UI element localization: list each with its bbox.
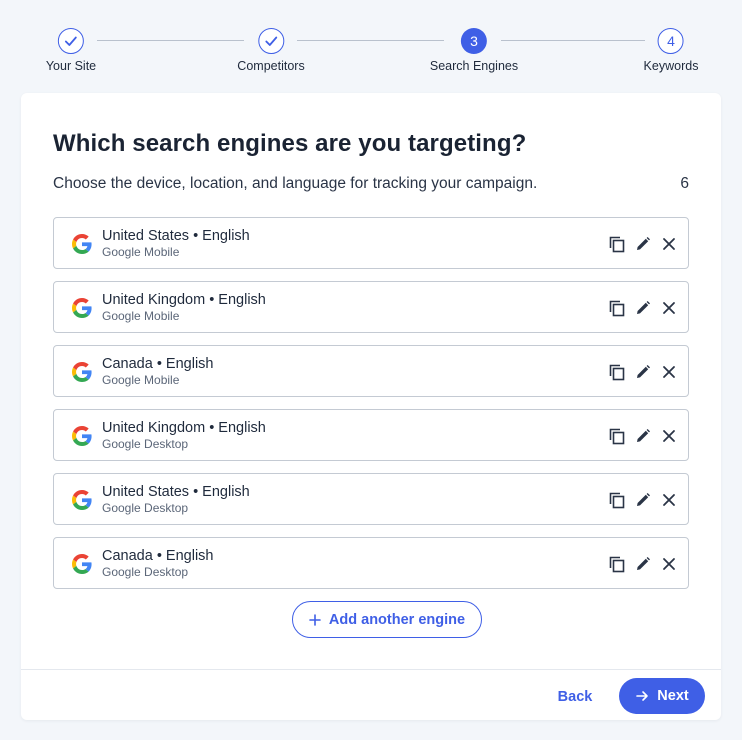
- pencil-icon[interactable]: [634, 553, 652, 575]
- pencil-icon[interactable]: [634, 425, 652, 447]
- pencil-icon[interactable]: [634, 297, 652, 319]
- pencil-icon[interactable]: [634, 361, 652, 383]
- google-logo-icon: [72, 234, 92, 254]
- google-logo-icon: [72, 490, 92, 510]
- google-logo-icon: [72, 298, 92, 318]
- step-label: Search Engines: [429, 59, 519, 73]
- check-icon: [257, 28, 284, 54]
- footer-divider: [21, 669, 721, 670]
- step-label: Competitors: [237, 59, 305, 73]
- close-icon[interactable]: [660, 361, 678, 383]
- engine-location-language: United States • English: [102, 484, 250, 500]
- close-icon[interactable]: [660, 553, 678, 575]
- engine-location-language: United Kingdom • English: [102, 420, 266, 436]
- copy-icon[interactable]: [608, 361, 626, 383]
- close-icon[interactable]: [660, 425, 678, 447]
- copy-icon[interactable]: [608, 425, 626, 447]
- google-logo-icon: [72, 554, 92, 574]
- google-logo-icon: [72, 426, 92, 446]
- step-competitors[interactable]: Competitors: [237, 28, 305, 73]
- step-search-engines: 3 Search Engines: [430, 28, 518, 73]
- engine-location-language: United States • English: [102, 228, 250, 244]
- engine-actions: [608, 425, 678, 447]
- engine-type: Google Mobile: [102, 309, 180, 323]
- engine-actions: [608, 361, 678, 383]
- engine-type: Google Mobile: [102, 245, 180, 259]
- close-icon[interactable]: [660, 233, 678, 255]
- step-number: 3: [460, 28, 487, 54]
- step-connector: [297, 40, 444, 41]
- engine-location-language: Canada • English: [102, 548, 214, 564]
- engine-row[interactable]: United States • English Google Mobile: [53, 217, 689, 269]
- copy-icon[interactable]: [608, 233, 626, 255]
- next-label: Next: [657, 688, 689, 704]
- check-icon: [58, 28, 84, 54]
- engine-row[interactable]: Canada • English Google Desktop: [53, 537, 689, 589]
- page-subtitle: Choose the device, location, and languag…: [53, 175, 538, 192]
- back-button[interactable]: Back: [547, 682, 603, 712]
- step-number: 4: [657, 28, 684, 54]
- close-icon[interactable]: [660, 297, 678, 319]
- step-connector: [501, 40, 645, 41]
- engine-row[interactable]: United Kingdom • English Google Desktop: [53, 409, 689, 461]
- step-label: Keywords: [643, 59, 699, 73]
- add-engine-label: Add another engine: [328, 611, 466, 628]
- engine-type: Google Mobile: [102, 373, 180, 387]
- engine-actions: [608, 297, 678, 319]
- step-keywords: 4 Keywords: [643, 28, 699, 73]
- step-label: Your Site: [45, 59, 97, 73]
- arrow-right-icon: [636, 691, 649, 701]
- search-engines-card: Which search engines are you targeting? …: [21, 93, 721, 720]
- engine-location-language: Canada • English: [102, 356, 214, 372]
- add-engine-button[interactable]: Add another engine: [292, 601, 482, 638]
- copy-icon[interactable]: [608, 553, 626, 575]
- step-your-site[interactable]: Your Site: [46, 28, 96, 73]
- pencil-icon[interactable]: [634, 233, 652, 255]
- engine-count: 6: [680, 175, 689, 192]
- engine-row[interactable]: United States • English Google Desktop: [53, 473, 689, 525]
- page-title: Which search engines are you targeting?: [53, 130, 527, 157]
- engine-type: Google Desktop: [102, 437, 189, 451]
- engine-type: Google Desktop: [102, 501, 189, 515]
- engine-actions: [608, 233, 678, 255]
- engine-actions: [608, 489, 678, 511]
- engine-row[interactable]: United Kingdom • English Google Mobile: [53, 281, 689, 333]
- plus-icon: [309, 613, 321, 626]
- progress-stepper: Your Site Competitors 3 Search Engines 4…: [0, 0, 742, 93]
- engine-actions: [608, 553, 678, 575]
- close-icon[interactable]: [660, 489, 678, 511]
- copy-icon[interactable]: [608, 297, 626, 319]
- engine-location-language: United Kingdom • English: [102, 292, 266, 308]
- engine-row[interactable]: Canada • English Google Mobile: [53, 345, 689, 397]
- next-button[interactable]: Next: [619, 678, 705, 714]
- engine-type: Google Desktop: [102, 565, 189, 579]
- pencil-icon[interactable]: [634, 489, 652, 511]
- copy-icon[interactable]: [608, 489, 626, 511]
- step-connector: [97, 40, 244, 41]
- engine-list: United States • English Google Mobile Un…: [53, 217, 689, 601]
- google-logo-icon: [72, 362, 92, 382]
